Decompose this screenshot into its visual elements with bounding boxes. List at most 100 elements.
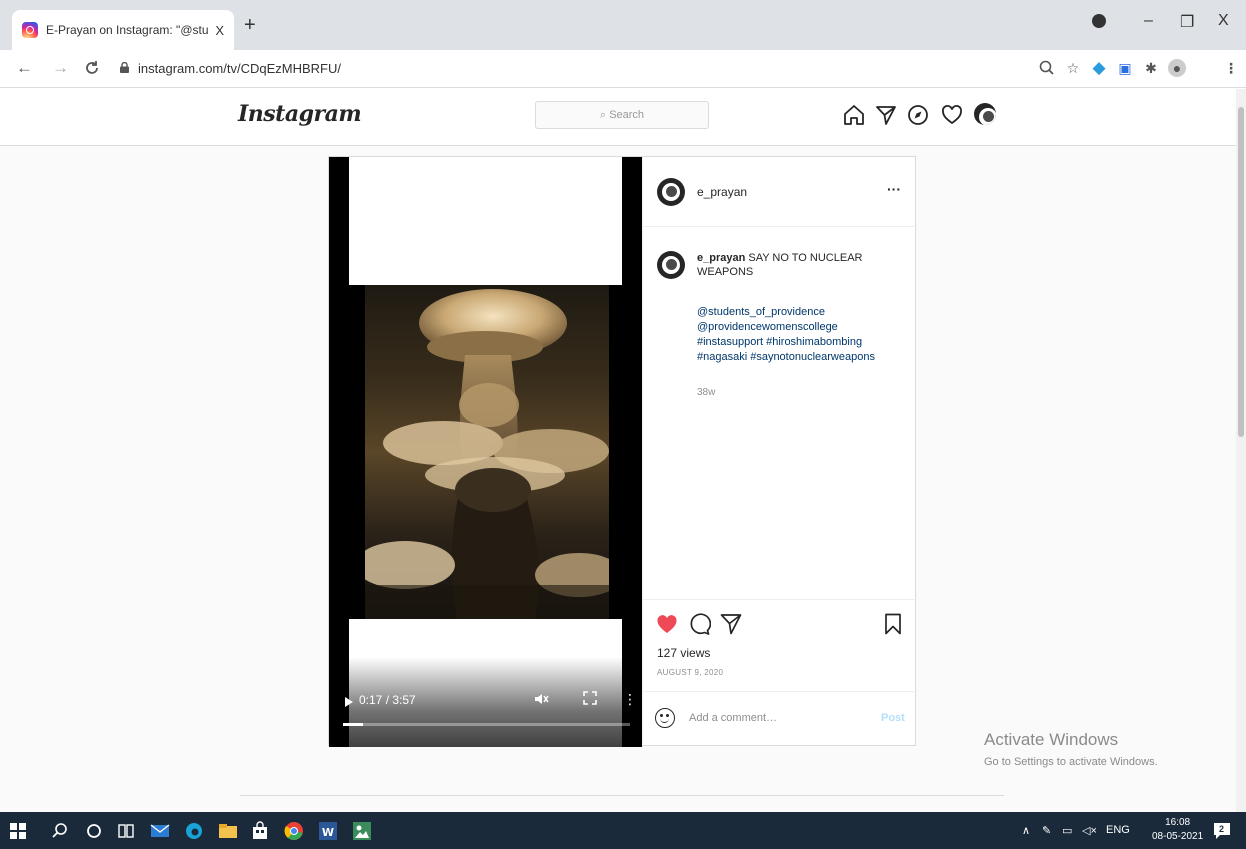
comment-icon[interactable] [687,612,711,636]
video-progress-bar[interactable] [343,723,630,726]
extensions-puzzle-icon[interactable]: ✱ [1142,59,1160,77]
video-time: 0:17 / 3:57 [359,693,416,707]
play-icon[interactable] [345,697,353,707]
comment-input[interactable]: Add a comment… [689,712,777,724]
extension-screen-icon[interactable]: ▣ [1116,59,1134,77]
tab-close-button[interactable]: X [215,23,224,38]
cortana-icon[interactable] [84,821,104,841]
activity-heart-icon[interactable] [940,103,964,127]
footer-divider [240,795,1004,796]
forward-arrow-icon[interactable]: → [52,58,69,78]
view-count[interactable]: 127 views [657,646,710,660]
task-view-icon[interactable] [116,821,136,841]
video-player[interactable]: 0:17 / 3:57 ⋮ [329,157,642,747]
mushroom-cloud-illustration [365,289,609,619]
windows-start-icon[interactable] [10,823,26,839]
photos-app-icon[interactable] [352,821,372,841]
chrome-icon[interactable] [284,821,304,841]
video-progress-fill [343,723,364,726]
caption-username[interactable]: e_prayan [697,252,745,264]
search-icon[interactable] [50,821,70,841]
zoom-icon[interactable] [1038,59,1056,77]
mushroom-cloud-image [365,285,609,619]
watermark-subtitle: Go to Settings to activate Windows. [984,756,1158,768]
svg-text:W: W [322,826,334,839]
minimize-button[interactable]: – [1144,12,1153,30]
mail-icon[interactable] [150,821,170,841]
share-icon[interactable] [719,612,743,636]
save-bookmark-icon[interactable] [881,612,905,636]
activate-windows-watermark: Activate Windows Go to Settings to activ… [984,730,1158,768]
clock-date: 08-05-2021 [1152,831,1204,842]
instagram-favicon-icon [22,22,38,38]
emoji-icon[interactable] [655,708,675,728]
search-icon: ⌕ [599,109,607,121]
notification-count: 2 [1219,824,1225,834]
post-actions: 127 views AUGUST 9, 2020 [643,599,917,691]
caption-age: 38w [697,387,716,398]
close-window-button[interactable]: X [1218,12,1229,30]
post-date: AUGUST 9, 2020 [657,668,724,677]
video-controls: 0:17 / 3:57 ⋮ [329,657,642,747]
post-comment-button[interactable]: Post [881,712,905,724]
reload-icon[interactable] [84,60,100,76]
new-tab-button[interactable]: + [244,14,256,37]
direct-message-icon[interactable] [874,103,898,127]
profile-icon[interactable] [1092,14,1106,28]
video-more-options-icon[interactable]: ⋮ [623,691,637,708]
tab-title: E-Prayan on Instagram: "@stude [46,23,210,37]
lock-icon[interactable] [120,62,129,73]
language-indicator[interactable]: ENG [1106,824,1130,836]
search-placeholder: Search [609,109,645,121]
caption-hashtags: @students_of_providence @providencewomen… [697,305,897,365]
file-explorer-icon[interactable] [218,821,238,841]
account-avatar-icon[interactable]: ● [1168,59,1186,77]
extension-diamond-icon[interactable]: ◆ [1090,59,1108,77]
mute-icon[interactable] [533,691,549,707]
post-card: 0:17 / 3:57 ⋮ e_prayan ··· e_prayan SAY … [328,156,917,747]
page-scrollbar[interactable] [1236,89,1246,812]
pen-icon[interactable]: ✎ [1042,824,1051,837]
back-arrow-icon[interactable]: ← [16,58,33,78]
notification-center-icon[interactable]: 2 [1212,821,1232,841]
word-icon[interactable]: W [318,821,338,841]
taskbar-clock[interactable]: 16:08 08-05-2021 [1152,816,1203,844]
restore-button[interactable]: ❐ [1180,12,1194,32]
address-bar: ← → instagram.com/tv/CDqEzMHBRFU/ ☆ ◆ ▣ … [0,50,1246,88]
browser-tab-bar: E-Prayan on Instagram: "@stude X + – ❐ X [0,0,1246,50]
scrollbar-thumb[interactable] [1238,107,1244,437]
comment-bar: Add a comment… Post [643,691,917,745]
explore-compass-icon[interactable] [906,103,930,127]
instagram-header: Instagram ⌕ Search [0,89,1236,146]
volume-icon[interactable]: ◁× [1082,824,1097,837]
search-input[interactable]: ⌕ Search [535,101,709,129]
post-caption: e_prayan SAY NO TO NUCLEAR WEAPONS [697,251,897,279]
tray-overflow-icon[interactable]: ∧ [1022,824,1030,837]
video-frame-white-top [349,157,622,285]
watermark-title: Activate Windows [984,730,1119,749]
hashtag-line[interactable]: @students_of_providence [697,305,897,320]
post-header: e_prayan ··· [643,157,917,227]
url-input[interactable]: instagram.com/tv/CDqEzMHBRFU/ [138,61,341,76]
fullscreen-icon[interactable] [583,691,597,705]
post-more-options-icon[interactable]: ··· [887,181,901,197]
post-side-panel: e_prayan ··· e_prayan SAY NO TO NUCLEAR … [642,157,917,745]
network-icon[interactable]: ▭ [1062,824,1072,837]
store-icon[interactable] [250,821,270,841]
hashtag-line[interactable]: #nagasaki #saynotonuclearweapons [697,350,897,365]
profile-avatar[interactable] [974,103,996,125]
caption-avatar[interactable] [657,251,685,279]
hashtag-line[interactable]: #instasupport #hiroshimabombing [697,335,897,350]
windows-taskbar: W ∧ ✎ ▭ ◁× ENG 16:08 08-05-2021 2 [0,812,1246,849]
like-heart-icon[interactable] [655,612,679,636]
hashtag-line[interactable]: @providencewomenscollege [697,320,897,335]
browser-tab[interactable]: E-Prayan on Instagram: "@stude X [12,10,234,50]
browser-menu-icon[interactable]: ⋮ [1222,59,1240,77]
author-avatar[interactable] [657,178,685,206]
author-username[interactable]: e_prayan [697,185,747,199]
instagram-logo[interactable]: Instagram [238,101,362,127]
bookmark-star-icon[interactable]: ☆ [1064,59,1082,77]
edge-icon[interactable] [184,821,204,841]
home-icon[interactable] [842,103,866,127]
clock-time: 16:08 [1165,817,1191,828]
